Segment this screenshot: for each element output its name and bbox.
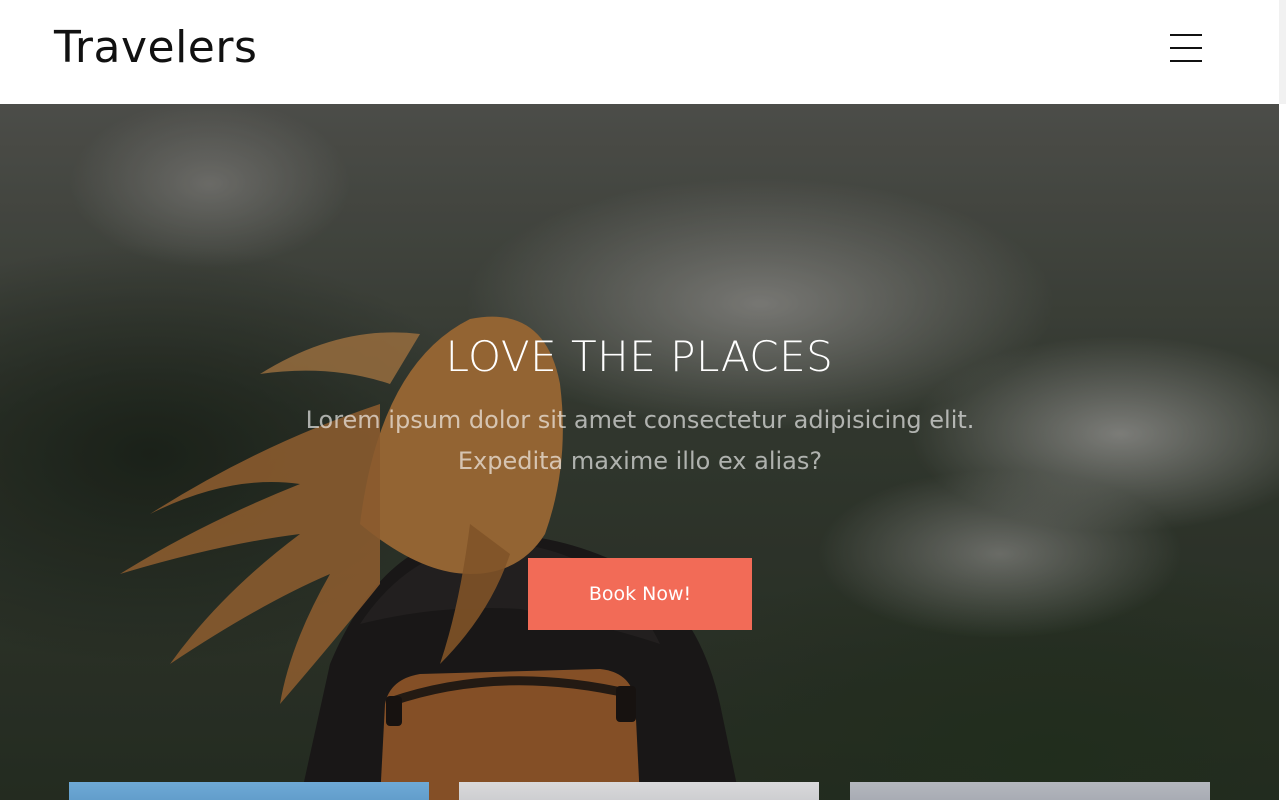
hero-subtitle: Lorem ipsum dolor sit amet consectetur a… bbox=[240, 400, 1040, 482]
hamburger-menu-icon[interactable] bbox=[1166, 30, 1206, 66]
site-header: Travelers bbox=[0, 0, 1279, 104]
destination-card-2[interactable] bbox=[459, 782, 819, 800]
hero-subtitle-line-2: Expedita maxime illo ex alias? bbox=[457, 447, 823, 475]
destination-card-3[interactable] bbox=[850, 782, 1210, 800]
hero-title: LOVE THE PLACES bbox=[445, 332, 834, 381]
book-now-button[interactable]: Book Now! bbox=[528, 558, 752, 630]
menu-bar-bottom bbox=[1170, 60, 1202, 62]
hero-subtitle-line-1: Lorem ipsum dolor sit amet consectetur a… bbox=[305, 406, 975, 434]
scrollbar-track[interactable] bbox=[1279, 0, 1286, 104]
menu-bar-top bbox=[1170, 34, 1202, 36]
hero-section: LOVE THE PLACES Lorem ipsum dolor sit am… bbox=[0, 104, 1279, 800]
menu-bar-middle bbox=[1170, 47, 1202, 49]
site-logo[interactable]: Travelers bbox=[54, 22, 257, 73]
destination-card-1[interactable] bbox=[69, 782, 429, 800]
